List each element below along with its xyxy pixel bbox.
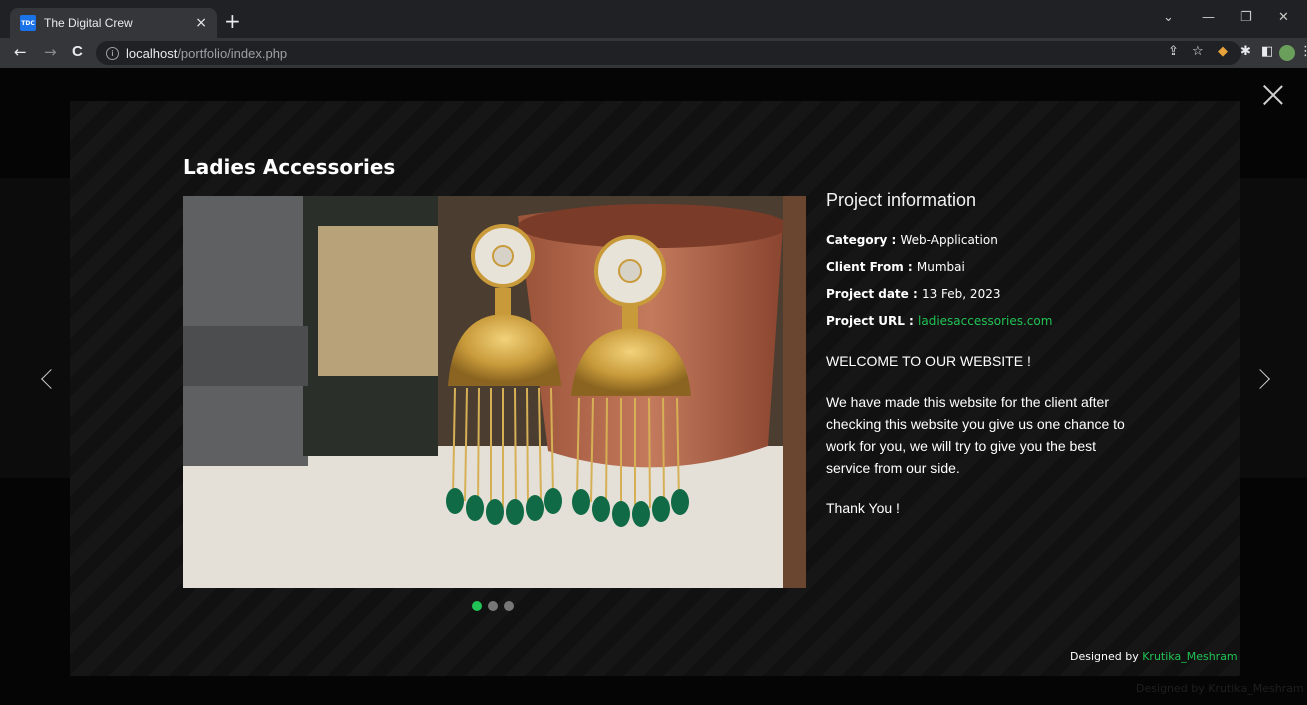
bookmark-star-icon[interactable]: ☆ [1192, 44, 1204, 59]
designed-by-label: Designed by [1070, 650, 1139, 663]
designed-by-footer: Designed by Krutika_Meshram [1136, 682, 1304, 695]
project-title: Ladies Accessories [183, 155, 396, 179]
welcome-heading: WELCOME TO OUR WEBSITE ! [826, 353, 1031, 369]
back-button[interactable]: ← [14, 43, 27, 61]
extensions-puzzle-icon[interactable]: ✱ [1240, 44, 1251, 59]
profile-avatar[interactable] [1279, 45, 1295, 61]
url-path: /portfolio/index.php [177, 45, 288, 61]
meta-label: Project URL [826, 314, 905, 328]
tab-title: The Digital Crew [44, 16, 133, 30]
meta-value: 13 Feb, 2023 [921, 287, 1001, 301]
info-heading: Project information [826, 190, 977, 210]
window-close-button[interactable]: ✕ [1278, 10, 1289, 25]
meta-client: Client From : Mumbai [826, 260, 965, 274]
designed-by-label: Designed by [1136, 682, 1205, 695]
meta-date: Project date : 13 Feb, 2023 [826, 287, 1001, 301]
browser-tab[interactable]: TDC The Digital Crew × [10, 8, 217, 38]
share-icon[interactable]: ⇪ [1168, 44, 1179, 59]
meta-label: Client From [826, 260, 904, 274]
author-link[interactable]: Krutika_Meshram [1142, 650, 1237, 663]
new-tab-button[interactable]: + [224, 10, 241, 32]
tab-search-icon[interactable]: ⌄ [1163, 10, 1174, 25]
author-link[interactable]: Krutika_Meshram [1208, 682, 1303, 695]
browser-toolbar: ← → C i localhost /portfolio/index.php ⇪… [0, 38, 1307, 68]
carousel-dot[interactable] [472, 601, 482, 611]
meta-value: Mumbai [916, 260, 965, 274]
meta-value: Web-Application [900, 233, 998, 247]
site-info-icon[interactable]: i [106, 46, 119, 60]
browser-tabbar: TDC The Digital Crew × + ⌄ — ❐ ✕ [0, 0, 1307, 38]
description-text: We have made this website for the client… [826, 394, 1125, 476]
project-image [183, 196, 806, 588]
extension-color-icon[interactable]: ◆ [1218, 44, 1228, 59]
designed-by: Designed by Krutika_Meshram [1070, 650, 1238, 663]
tab-close-icon[interactable]: × [195, 15, 207, 31]
minimize-button[interactable]: — [1202, 10, 1215, 25]
carousel-pagination [472, 601, 514, 611]
side-panel-icon[interactable]: ◧ [1261, 44, 1273, 59]
url-host: localhost [126, 45, 178, 61]
address-bar[interactable]: i localhost /portfolio/index.php [96, 41, 1241, 65]
thanks-text: Thank You ! [826, 500, 900, 516]
meta-url: Project URL : ladiesaccessories.com [826, 314, 1053, 328]
project-url-link[interactable]: ladiesaccessories.com [918, 314, 1052, 328]
project-info-panel: Project information Category : Web-Appli… [826, 190, 1156, 516]
menu-kebab-icon[interactable]: ⋮ [1299, 44, 1307, 59]
reload-button[interactable]: C [72, 43, 83, 60]
restore-button[interactable]: ❐ [1240, 10, 1252, 25]
meta-label: Category [826, 233, 888, 247]
lightbox-close-icon[interactable] [1262, 84, 1284, 106]
forward-button[interactable]: → [44, 43, 57, 61]
meta-label: Project date [826, 287, 909, 301]
carousel-dot[interactable] [504, 601, 514, 611]
favicon-icon: TDC [20, 15, 36, 31]
carousel-dot[interactable] [488, 601, 498, 611]
meta-category: Category : Web-Application [826, 233, 998, 247]
